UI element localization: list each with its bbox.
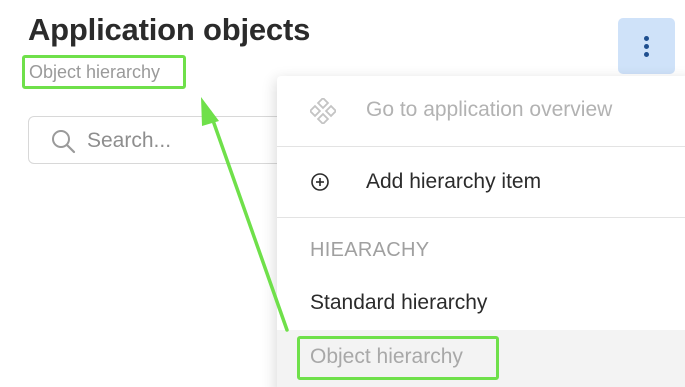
menu-item-label: Go to application overview — [366, 98, 613, 121]
page: Application objects Object hierarchy Sea… — [0, 0, 685, 387]
search-icon — [52, 130, 76, 154]
menu-item-standard-hierarchy[interactable]: Standard hierarchy — [277, 284, 685, 330]
menu-item-label: Object hierarchy — [310, 345, 463, 368]
search-input[interactable] — [85, 127, 289, 155]
section-header: HIEARACHY — [310, 239, 430, 261]
menu-item-go-to-overview[interactable]: Go to application overview — [277, 76, 685, 146]
menu-item-label: Add hierarchy item — [366, 170, 542, 193]
menu-item-label: Standard hierarchy — [310, 291, 488, 314]
breadcrumb[interactable]: Object hierarchy — [22, 55, 186, 89]
menu-divider — [277, 217, 685, 218]
page-title: Application objects — [28, 12, 311, 47]
overview-icon — [310, 98, 336, 124]
more-options-button[interactable] — [618, 18, 675, 74]
menu-item-add-hierarchy[interactable]: Add hierarchy item — [277, 147, 685, 217]
menu-item-object-hierarchy[interactable]: Object hierarchy — [277, 330, 685, 387]
plus-circle-icon — [311, 173, 329, 191]
search-box[interactable] — [28, 116, 318, 164]
dropdown-menu: Go to application overview Add hierarchy… — [277, 76, 685, 387]
